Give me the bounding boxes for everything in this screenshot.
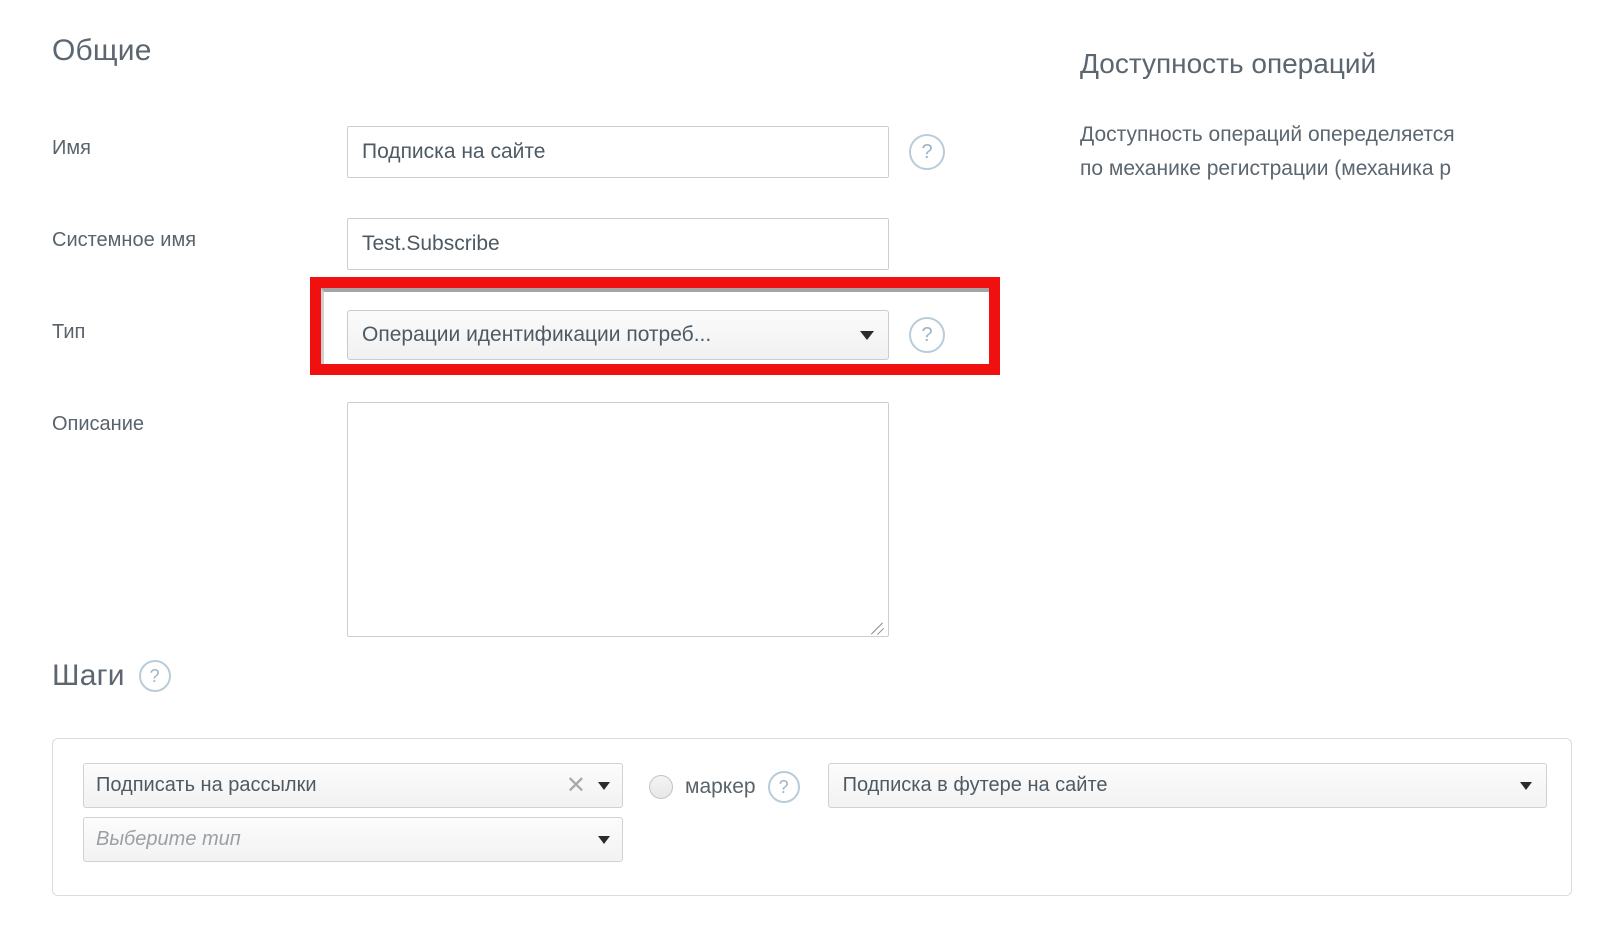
form-row-system-name: Системное имя bbox=[52, 218, 1012, 270]
label-cell-name: Имя bbox=[52, 126, 347, 159]
availability-description: Доступность операций опеределяется по ме… bbox=[1080, 118, 1600, 186]
steps-panel: Подписать на рассылки ✕ Выберите тип мар… bbox=[52, 738, 1572, 896]
form-row-name: Имя ? bbox=[52, 126, 1012, 178]
label-cell-description: Описание bbox=[52, 402, 347, 435]
chevron-down-icon bbox=[860, 330, 874, 340]
availability-description-line-2: по механике регистрации (механика р bbox=[1080, 157, 1452, 180]
general-section-heading: Общие bbox=[52, 34, 152, 67]
availability-section-heading: Доступность операций bbox=[1080, 48, 1377, 79]
marker-group: маркер ? bbox=[649, 763, 800, 803]
label-cell-type: Тип bbox=[52, 310, 347, 343]
description-field-label: Описание bbox=[52, 413, 145, 435]
step-type-select[interactable]: Выберите тип bbox=[83, 817, 623, 862]
chevron-down-icon bbox=[598, 835, 610, 844]
control-cell-system-name bbox=[347, 218, 889, 270]
marker-label: маркер bbox=[685, 775, 756, 798]
control-cell-type: Операции идентификации потреб... ? bbox=[347, 310, 945, 360]
help-icon-type[interactable]: ? bbox=[909, 317, 945, 353]
chevron-down-icon bbox=[1520, 781, 1532, 790]
step-left-stack: Подписать на рассылки ✕ Выберите тип bbox=[83, 763, 623, 862]
marker-radio[interactable] bbox=[649, 775, 673, 799]
steps-heading-row: Шаги ? bbox=[52, 660, 1572, 692]
availability-description-line-1: Доступность операций опеределяется bbox=[1080, 123, 1455, 146]
clear-icon[interactable]: ✕ bbox=[566, 773, 586, 798]
control-cell-description bbox=[347, 402, 889, 637]
step-type-placeholder: Выберите тип bbox=[96, 828, 241, 850]
availability-section: Доступность операций Доступность операци… bbox=[1080, 50, 1600, 186]
steps-section: Шаги ? Подписать на рассылки ✕ Выберите … bbox=[52, 660, 1572, 896]
help-icon-marker[interactable]: ? bbox=[767, 771, 800, 803]
resize-grip-icon[interactable] bbox=[869, 617, 885, 633]
step-row: Подписать на рассылки ✕ Выберите тип мар… bbox=[83, 763, 1547, 862]
form-row-description: Описание bbox=[52, 402, 1012, 637]
form-row-type: Тип Операции идентификации потреб... ? bbox=[52, 310, 1012, 360]
type-select[interactable]: Операции идентификации потреб... bbox=[347, 310, 889, 360]
help-icon-steps[interactable]: ? bbox=[138, 660, 171, 692]
step-target-value: Подписка в футере на сайте bbox=[842, 774, 1108, 796]
help-icon-name[interactable]: ? bbox=[909, 134, 945, 170]
description-textarea-wrapper[interactable] bbox=[347, 402, 889, 637]
control-cell-name: ? bbox=[347, 126, 945, 178]
step-action-value: Подписать на рассылки bbox=[96, 774, 317, 796]
name-input[interactable] bbox=[347, 126, 889, 178]
steps-section-heading: Шаги bbox=[52, 659, 125, 692]
system-name-field-label: Системное имя bbox=[52, 229, 197, 251]
type-field-label: Тип bbox=[52, 321, 86, 343]
label-cell-system-name: Системное имя bbox=[52, 218, 347, 251]
system-name-input[interactable] bbox=[347, 218, 889, 270]
step-target-select[interactable]: Подписка в футере на сайте bbox=[827, 763, 1547, 808]
step-action-select[interactable]: Подписать на рассылки ✕ bbox=[83, 763, 623, 808]
chevron-down-icon bbox=[598, 781, 610, 790]
type-select-value: Операции идентификации потреб... bbox=[362, 323, 712, 346]
name-field-label: Имя bbox=[52, 137, 91, 159]
